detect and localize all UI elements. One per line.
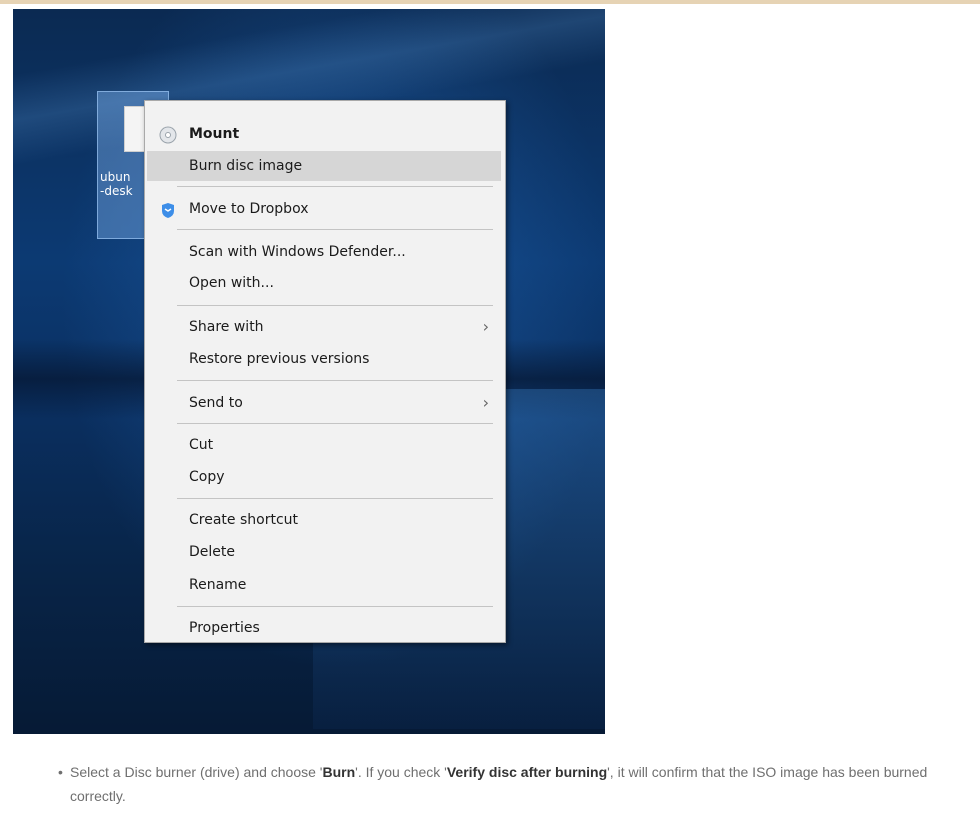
- menu-item-label: Share with: [189, 319, 264, 335]
- menu-item-burn-disc-image[interactable]: Burn disc image: [147, 151, 501, 181]
- desktop-background: ubun -desk Mount Burn disc image Move to…: [13, 9, 605, 734]
- menu-item-restore-previous-versions[interactable]: Restore previous versions: [147, 344, 501, 374]
- menu-item-move-to-dropbox[interactable]: Move to Dropbox: [147, 194, 501, 224]
- menu-item-label: Cut: [189, 437, 214, 453]
- menu-separator: [177, 606, 493, 607]
- menu-separator: [177, 305, 493, 306]
- menu-item-label: Properties: [189, 620, 260, 636]
- menu-item-label: Open with...: [189, 275, 274, 291]
- instruction-text: • Select a Disc burner (drive) and choos…: [58, 760, 980, 808]
- menu-separator: [177, 229, 493, 230]
- menu-item-create-shortcut[interactable]: Create shortcut: [147, 505, 501, 535]
- dropbox-icon: [159, 200, 177, 218]
- menu-item-copy[interactable]: Copy: [147, 462, 501, 492]
- caption-text: Select a Disc burner (drive) and choose …: [70, 764, 323, 780]
- menu-item-scan-windows-defender[interactable]: Scan with Windows Defender...: [147, 237, 501, 267]
- menu-item-label: Scan with Windows Defender...: [189, 244, 406, 260]
- menu-item-send-to[interactable]: Send to ›: [147, 388, 501, 418]
- bullet-icon: •: [58, 764, 63, 780]
- top-border-strip: [0, 0, 980, 4]
- menu-separator: [177, 186, 493, 187]
- menu-item-label: Send to: [189, 395, 243, 411]
- menu-item-rename[interactable]: Rename: [147, 570, 501, 600]
- menu-item-cut[interactable]: Cut: [147, 430, 501, 460]
- menu-item-label: Delete: [189, 544, 235, 560]
- menu-item-label: Restore previous versions: [189, 351, 370, 367]
- menu-item-share-with[interactable]: Share with ›: [147, 312, 501, 342]
- menu-item-label: Create shortcut: [189, 512, 299, 528]
- caption-text: '. If you check ': [355, 764, 447, 780]
- menu-item-open-with[interactable]: Open with...: [147, 268, 501, 298]
- disc-icon: [159, 125, 177, 144]
- menu-item-label: Burn disc image: [189, 158, 303, 174]
- menu-item-label: Move to Dropbox: [189, 201, 309, 217]
- menu-item-mount[interactable]: Mount: [147, 119, 501, 149]
- context-menu: Mount Burn disc image Move to Dropbox Sc…: [144, 100, 506, 643]
- menu-separator: [177, 498, 493, 499]
- menu-separator: [177, 423, 493, 424]
- chevron-right-icon: ›: [482, 317, 489, 336]
- chevron-right-icon: ›: [482, 393, 489, 412]
- menu-item-label: Mount: [189, 126, 240, 142]
- menu-item-properties[interactable]: Properties: [147, 613, 501, 643]
- caption-bold-verify: Verify disc after burning: [446, 764, 608, 780]
- menu-separator: [177, 380, 493, 381]
- menu-item-delete[interactable]: Delete: [147, 537, 501, 567]
- caption-bold-burn: Burn: [322, 764, 356, 780]
- menu-item-label: Rename: [189, 577, 247, 593]
- menu-item-label: Copy: [189, 469, 225, 485]
